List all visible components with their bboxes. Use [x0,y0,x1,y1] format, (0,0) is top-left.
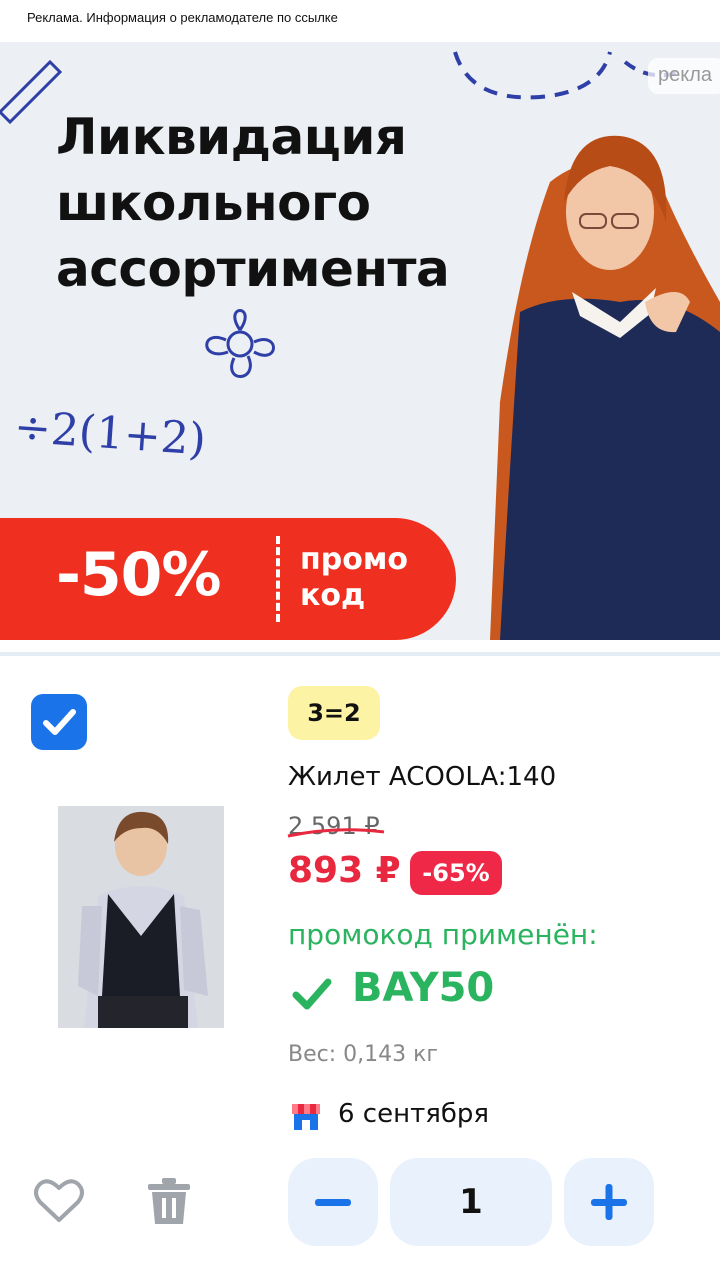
promo-divider [276,536,280,622]
product-image[interactable] [58,806,224,1028]
ad-disclosure[interactable]: Реклама. Информация о рекламодателе по с… [27,10,338,25]
item-weight: Вес: 0,143 кг [288,1042,438,1067]
promo-applied-label: промокод применён: [288,918,598,951]
promo-code-label: промо код [300,542,408,614]
product-name[interactable]: Жилет ACOOLA:140 [288,762,556,792]
minus-icon [315,1199,351,1206]
increase-quantity-button[interactable] [564,1158,654,1246]
item-select-checkbox[interactable] [31,694,87,750]
heart-icon[interactable] [34,1178,84,1224]
section-divider [0,652,720,656]
plus-icon [591,1184,627,1220]
delivery-date: 6 сентября [338,1099,490,1129]
store-icon [292,1104,320,1130]
promo-discount-pill: -50% промо код [0,518,456,640]
quantity-field[interactable]: 1 [390,1158,552,1246]
banner-title-line: Ликвидация [56,108,407,166]
promo-code-value: BAY50 [352,965,495,1011]
product-photo [58,806,224,1028]
promo-code-line: код [300,578,366,613]
strikethrough-line [287,828,385,838]
banner-title: Ликвидация школьного ассортимента [56,104,450,302]
model-photo [490,135,720,640]
banner-title-line: школьного [56,174,371,232]
discount-badge: -65% [410,851,502,895]
checkmark-icon [43,709,76,735]
deal-badge: 3=2 [288,686,380,740]
banner-title-line: ассортимента [56,240,450,298]
promo-percent: -50% [56,540,222,610]
decrease-quantity-button[interactable] [288,1158,378,1246]
ad-label-chip: рекла [648,58,720,94]
current-price: 893 ₽ [288,850,401,891]
promo-banner[interactable]: Ликвидация школьного ассортимента ÷2(1+2… [0,42,720,640]
promo-code-line: промо [300,542,408,577]
check-icon [292,978,332,1010]
trash-icon[interactable] [146,1176,192,1226]
